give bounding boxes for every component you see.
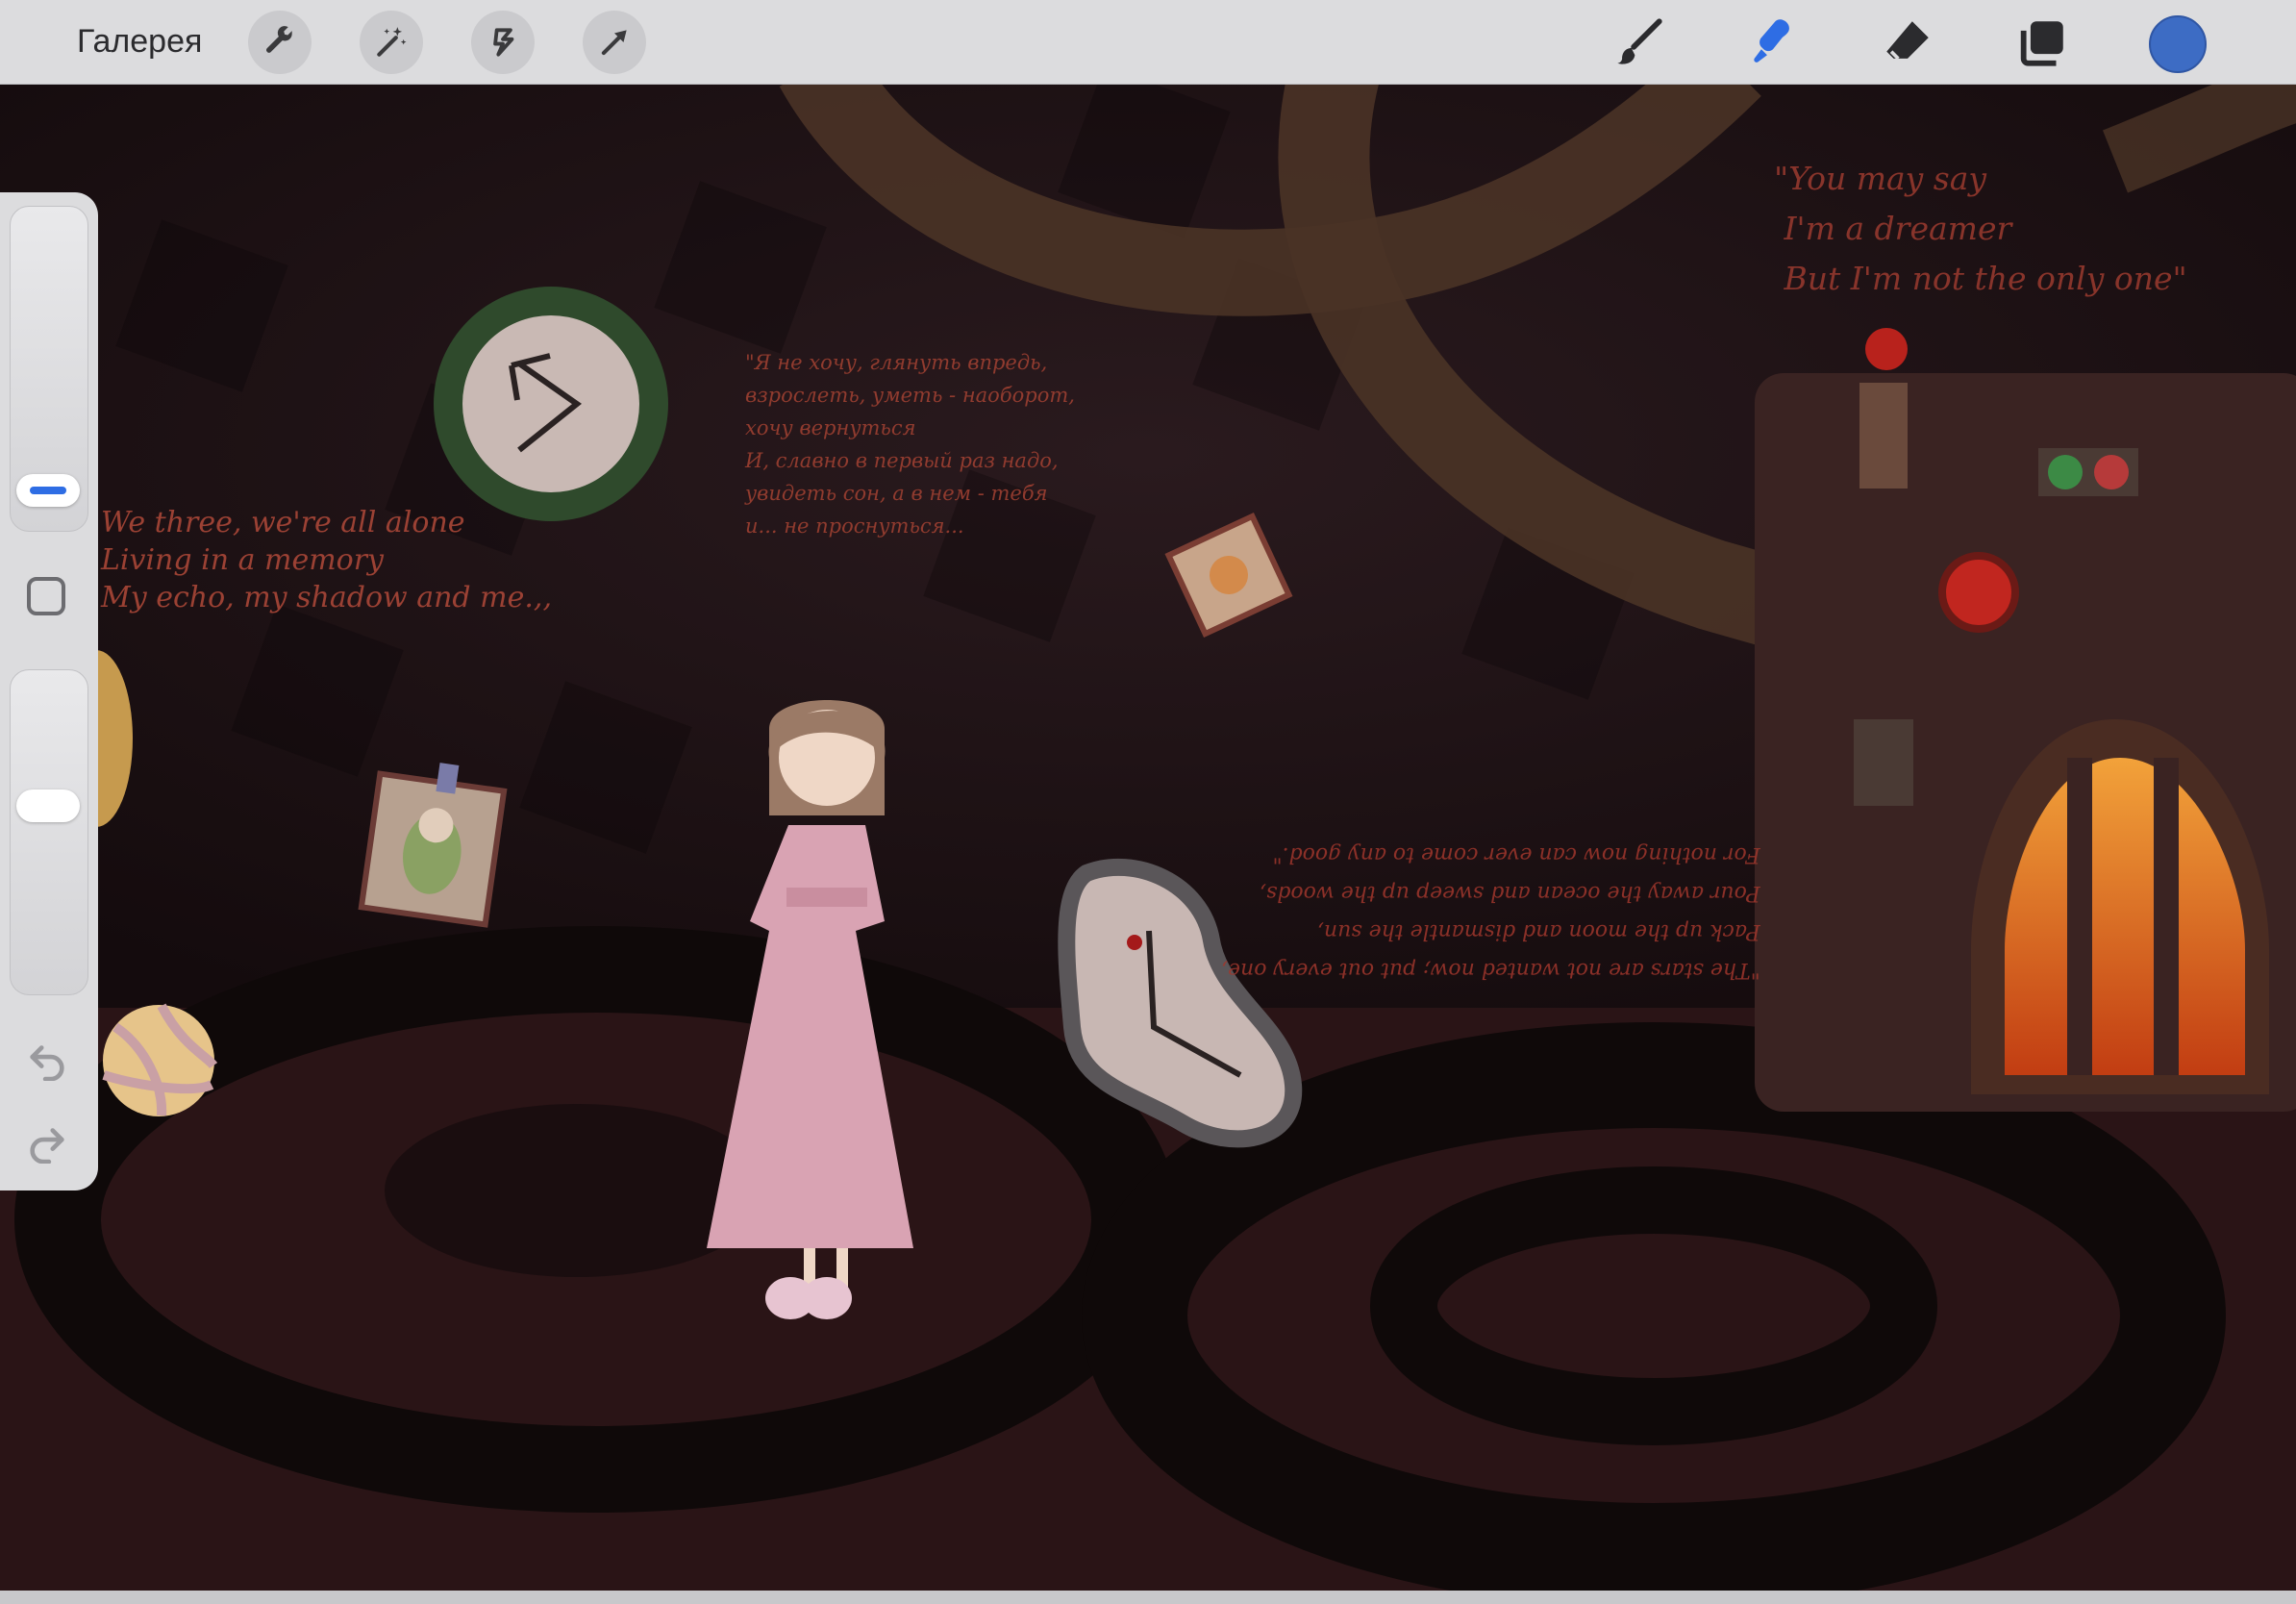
brush-tool-button[interactable] — [1610, 13, 1667, 71]
bottom-edge — [0, 1591, 2296, 1604]
brush-opacity-thumb[interactable] — [16, 789, 80, 822]
gallery-button[interactable]: Галерея — [77, 15, 202, 67]
selection-icon — [493, 28, 514, 57]
actions-button[interactable] — [248, 11, 312, 74]
wrench-icon — [266, 26, 292, 53]
top-toolbar: Галерея — [0, 0, 2296, 85]
drawing-canvas[interactable]: We three, we're all alone Living in a me… — [0, 85, 2296, 1591]
selection-button[interactable] — [471, 11, 535, 74]
smudge-tool-button[interactable] — [1744, 13, 1802, 71]
artwork-illustration — [0, 85, 2296, 1591]
magic-wand-icon — [377, 27, 407, 57]
procreate-app: Галерея We three, we're all alone Living… — [0, 0, 2296, 1604]
brush-size-slider[interactable] — [10, 206, 88, 532]
redo-icon[interactable] — [25, 1119, 69, 1164]
brush-icon — [1617, 18, 1662, 64]
modify-button[interactable] — [27, 577, 65, 615]
color-picker-button[interactable] — [2149, 15, 2207, 73]
brush-opacity-slider[interactable] — [10, 669, 88, 995]
brush-size-thumb[interactable] — [16, 474, 80, 507]
layers-icon — [2020, 21, 2063, 66]
left-sidebar — [0, 192, 98, 1190]
eraser-icon — [1886, 21, 1929, 61]
lyrics-mirrored-text: "The stars are not wanted now; put out e… — [1221, 842, 1760, 982]
eraser-tool-button[interactable] — [1879, 13, 1936, 71]
layers-button[interactable] — [2013, 13, 2071, 71]
transform-button[interactable] — [583, 11, 646, 74]
lyrics-russian-text: "Я не хочу, глянуть впредь, взрослеть, у… — [745, 351, 1075, 538]
adjustments-button[interactable] — [360, 11, 423, 74]
smudge-icon — [1754, 19, 1789, 63]
lyrics-right-text: "You may say I'm a dreamer But I'm not t… — [1774, 160, 2187, 297]
undo-icon[interactable] — [25, 1037, 69, 1081]
transform-arrow-icon — [601, 30, 627, 56]
lyrics-left-text: We three, we're all alone Living in a me… — [101, 506, 552, 614]
